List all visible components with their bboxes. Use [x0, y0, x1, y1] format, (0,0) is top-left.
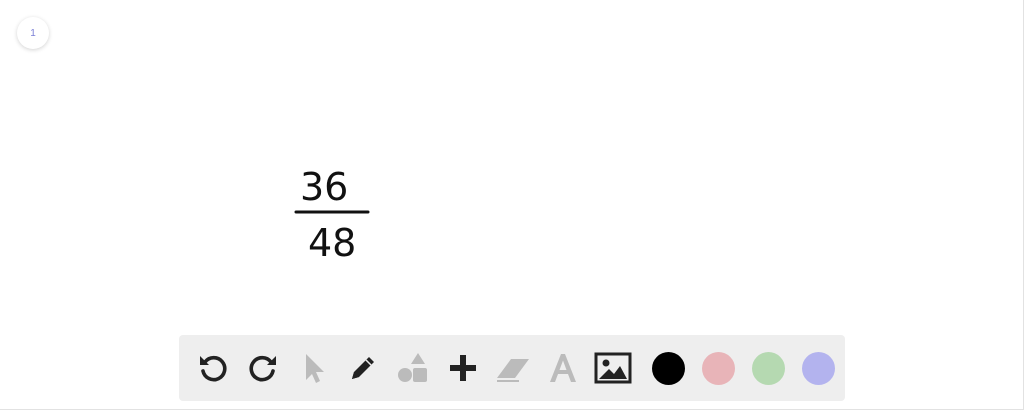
undo-icon	[200, 355, 227, 382]
redo-button[interactable]	[243, 348, 283, 388]
color-purple-swatch[interactable]	[801, 351, 835, 385]
page-number-badge[interactable]: 1	[17, 17, 49, 49]
image-icon	[594, 352, 632, 384]
eraser-icon	[497, 359, 529, 382]
cursor-arrow-icon	[306, 354, 324, 383]
color-black-swatch[interactable]	[651, 351, 685, 385]
whiteboard-canvas[interactable]: 1 36 48	[0, 0, 1024, 410]
fraction-numerator: 36	[300, 165, 348, 209]
shapes-tool-button[interactable]	[393, 348, 433, 388]
page-number: 1	[30, 27, 36, 39]
undo-button[interactable]	[193, 348, 233, 388]
text-icon	[550, 354, 576, 382]
shapes-icon	[398, 353, 427, 382]
color-green-swatch[interactable]	[751, 351, 785, 385]
text-tool-button[interactable]	[543, 348, 583, 388]
plus-icon	[450, 355, 476, 381]
select-tool-button[interactable]	[293, 348, 333, 388]
handwritten-fraction: 36 48	[294, 165, 370, 265]
pencil-icon	[352, 357, 374, 379]
pen-tool-button[interactable]	[343, 348, 383, 388]
redo-icon	[249, 355, 276, 382]
image-tool-button[interactable]	[593, 348, 633, 388]
fraction-denominator: 48	[308, 221, 356, 265]
eraser-tool-button[interactable]	[493, 348, 533, 388]
drawing-toolbar	[179, 335, 845, 401]
color-red-swatch[interactable]	[701, 351, 735, 385]
add-button[interactable]	[443, 348, 483, 388]
